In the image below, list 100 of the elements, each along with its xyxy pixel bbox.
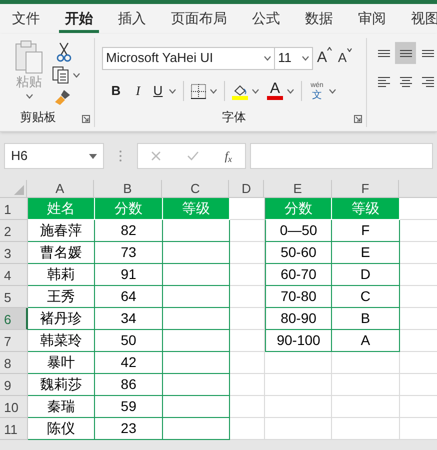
- caret-icon[interactable]: [329, 88, 336, 94]
- ribbon-tab[interactable]: 插入: [112, 5, 152, 33]
- table-cell: 陈仪: [28, 418, 96, 440]
- paintbrush-icon[interactable]: [54, 88, 72, 106]
- ribbon-tab[interactable]: 审阅: [352, 5, 392, 33]
- empty-cell[interactable]: [332, 418, 400, 440]
- font-color-button[interactable]: A: [267, 82, 283, 100]
- column-header[interactable]: D: [229, 180, 264, 198]
- group-label: 剪贴板: [20, 109, 56, 126]
- empty-cell[interactable]: [264, 374, 332, 396]
- formula-input-field[interactable]: [250, 143, 433, 169]
- empty-cell[interactable]: [332, 374, 400, 396]
- align-top-icon: [378, 50, 390, 56]
- table-header-cell: 等级: [332, 198, 400, 220]
- table-cell: 暴叶: [28, 352, 96, 374]
- row-header[interactable]: 4: [0, 264, 28, 286]
- table-cell: 73: [95, 242, 163, 264]
- caret-up-icon[interactable]: [327, 46, 332, 51]
- row-header[interactable]: 7: [0, 330, 28, 352]
- empty-cell[interactable]: [264, 352, 332, 374]
- empty-cell[interactable]: [264, 396, 332, 418]
- table-cell: C: [332, 286, 400, 308]
- row-header[interactable]: 11: [0, 418, 28, 440]
- align-middle-button[interactable]: [395, 42, 416, 64]
- caret-icon[interactable]: [210, 88, 217, 94]
- table-cell: 韩莉: [28, 264, 96, 286]
- table-cell: [162, 308, 230, 330]
- shrink-font-button[interactable]: A: [338, 48, 352, 68]
- dialog-launcher-icon[interactable]: [354, 115, 362, 123]
- table-cell: 施春萍: [28, 220, 96, 242]
- row-header[interactable]: 10: [0, 396, 28, 418]
- row-header[interactable]: 2: [0, 220, 28, 242]
- table-cell: [162, 286, 230, 308]
- ribbon-tab[interactable]: 公式: [246, 5, 286, 33]
- table-cell: [162, 264, 230, 286]
- dropdown-icon[interactable]: [89, 154, 97, 158]
- drag-handle-icon[interactable]: [119, 150, 122, 162]
- empty-cell[interactable]: [264, 418, 332, 440]
- font-size-field[interactable]: 11: [275, 46, 313, 70]
- row-header[interactable]: 9: [0, 374, 28, 396]
- table-cell: [162, 396, 230, 418]
- table-cell: 0—50: [264, 220, 332, 242]
- row-header[interactable]: 3: [0, 242, 28, 264]
- caret-icon[interactable]: [287, 88, 294, 94]
- caret-icon[interactable]: [169, 88, 176, 94]
- table-cell: 70-80: [264, 286, 332, 308]
- table-cell: 42: [95, 352, 163, 374]
- table-cell: [162, 330, 230, 352]
- table-header-cell: 分数: [264, 198, 332, 220]
- table-header-cell: 姓名: [28, 198, 96, 220]
- table-cell: [162, 374, 230, 396]
- caret-icon[interactable]: [264, 56, 271, 60]
- dialog-launcher-icon[interactable]: [82, 115, 90, 123]
- bold-button[interactable]: B: [107, 81, 125, 101]
- table-cell: 曹名媛: [28, 242, 96, 264]
- empty-cell[interactable]: [332, 396, 400, 418]
- copy-icon[interactable]: [52, 66, 70, 84]
- row-header[interactable]: 8: [0, 352, 28, 374]
- table-cell: B: [332, 308, 400, 330]
- table-cell: 60-70: [264, 264, 332, 286]
- clipboard-icon[interactable]: [14, 40, 44, 74]
- underline-button[interactable]: U: [151, 81, 165, 101]
- fill-color-icon[interactable]: [232, 82, 248, 100]
- caret-icon[interactable]: [252, 88, 259, 94]
- row-header[interactable]: 1: [0, 198, 28, 220]
- name-box[interactable]: H6: [4, 143, 104, 169]
- row-header[interactable]: 5: [0, 286, 28, 308]
- close-icon[interactable]: [150, 151, 161, 161]
- row-header[interactable]: 6: [0, 308, 28, 330]
- align-middle-icon: [400, 50, 412, 56]
- insert-function-button[interactable]: f$_{x}$: [224, 147, 232, 165]
- ribbon-tab[interactable]: 数据: [299, 5, 339, 33]
- align-right-icon: [422, 77, 434, 87]
- table-cell: D: [332, 264, 400, 286]
- align-center-icon: [400, 77, 412, 87]
- group-label: 字体: [222, 109, 246, 126]
- table-cell: 韩菜玲: [28, 330, 96, 352]
- table-cell: [162, 220, 230, 242]
- caret-icon[interactable]: [302, 56, 309, 60]
- font-name-field[interactable]: Microsoft YaHei UI: [102, 46, 275, 70]
- table-cell: 王秀: [28, 286, 96, 308]
- table-cell: 50: [95, 330, 163, 352]
- select-all-icon[interactable]: [14, 185, 24, 195]
- empty-cell[interactable]: [332, 352, 400, 374]
- ribbon-tab[interactable]: 页面布局: [165, 5, 233, 33]
- table-cell: 褚丹珍: [28, 308, 96, 330]
- italic-button[interactable]: I: [129, 81, 147, 101]
- caret-icon[interactable]: [26, 94, 32, 99]
- table-cell: [162, 242, 230, 264]
- scissors-icon[interactable]: [56, 42, 72, 62]
- caret-down-icon[interactable]: [346, 48, 352, 52]
- checkmark-icon[interactable]: [186, 151, 199, 161]
- grow-font-button[interactable]: A: [317, 46, 332, 70]
- align-left-icon: [378, 77, 390, 87]
- ribbon-tab[interactable]: 文件: [6, 5, 46, 33]
- caret-icon[interactable]: [73, 72, 80, 78]
- align-bottom-icon: [422, 50, 434, 56]
- table-cell: 秦瑞: [28, 396, 96, 418]
- borders-icon[interactable]: [191, 84, 206, 98]
- table-cell: 80-90: [264, 308, 332, 330]
